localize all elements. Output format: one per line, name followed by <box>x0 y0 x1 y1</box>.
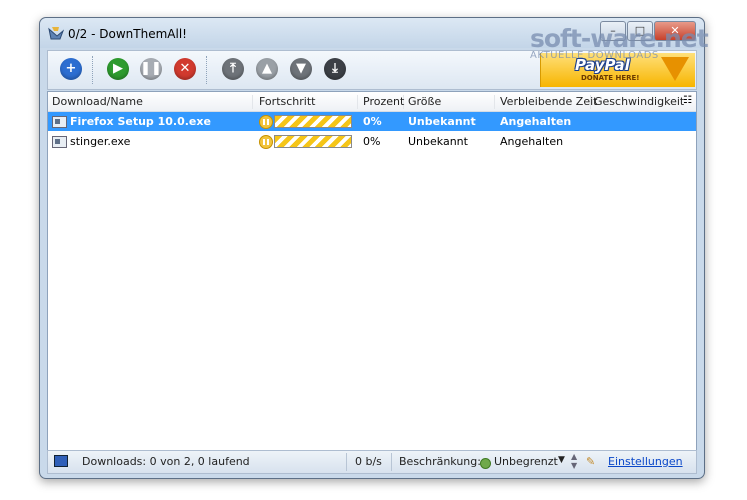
file-icon <box>52 116 67 128</box>
progress-bar <box>274 135 352 148</box>
status-divider <box>391 453 392 471</box>
move-up-button[interactable]: ▲ <box>256 58 278 80</box>
watermark-logo: soft-ware.net <box>530 24 709 53</box>
chevron-down-icon[interactable]: ▼ <box>558 455 565 465</box>
limit-select[interactable]: Unbegrenzt <box>494 455 558 468</box>
window-title: 0/2 - DownThemAll! <box>68 27 187 41</box>
download-percent: 0% <box>363 115 382 128</box>
progress-fill <box>275 116 351 127</box>
column-picker-icon[interactable]: ☷ <box>683 95 692 106</box>
download-name: Firefox Setup 10.0.exe <box>70 115 211 128</box>
settings-link[interactable]: Einstellungen <box>608 455 683 468</box>
move-down-button[interactable]: ▼ <box>290 58 312 80</box>
status-bar: Downloads: 0 von 2, 0 laufend 0 b/s Besc… <box>47 450 697 474</box>
list-header: Download/Name Fortschritt Prozent Größe … <box>48 92 696 112</box>
column-header-size[interactable]: Größe <box>408 95 495 109</box>
cancel-icon: ✕ <box>179 61 191 76</box>
column-header-remaining[interactable]: Verbleibende Zeit <box>500 95 597 109</box>
download-row[interactable]: stinger.exe 0% Unbekannt Angehalten <box>48 132 696 151</box>
column-header-speed[interactable]: Geschwindigkeit <box>594 95 684 109</box>
column-header-name[interactable]: Download/Name <box>52 95 253 109</box>
status-divider <box>346 453 347 471</box>
progress-fill <box>275 136 351 147</box>
move-top-button[interactable]: ⤒ <box>222 58 244 80</box>
download-status: Angehalten <box>500 115 572 128</box>
add-icon: + <box>65 61 77 76</box>
column-header-progress[interactable]: Fortschritt <box>259 95 358 109</box>
download-size: Unbekannt <box>408 135 468 148</box>
network-icon <box>54 455 68 467</box>
add-download-button[interactable]: + <box>60 58 82 80</box>
download-row[interactable]: Firefox Setup 10.0.exe 0% Unbekannt Ange… <box>48 112 696 131</box>
resume-button[interactable]: ▶ <box>107 58 129 80</box>
pause-button[interactable]: ❚❚ <box>140 58 162 80</box>
download-list: Download/Name Fortschritt Prozent Größe … <box>47 91 697 451</box>
download-status: Angehalten <box>500 135 564 148</box>
paused-icon <box>259 135 273 149</box>
downloads-summary: Downloads: 0 von 2, 0 laufend <box>82 455 250 468</box>
move-down-icon: ▼ <box>296 61 306 76</box>
spinner-icon[interactable]: ▲ ▼ <box>571 452 577 470</box>
move-bottom-button[interactable]: ⤓ <box>324 58 346 80</box>
toolbar-separator <box>92 56 94 84</box>
speed-readout: 0 b/s <box>355 455 382 468</box>
download-size: Unbekannt <box>408 115 476 128</box>
move-up-icon: ▲ <box>262 61 272 76</box>
pause-icon: ❚❚ <box>140 61 162 76</box>
progress-bar <box>274 115 352 128</box>
toolbar-separator <box>206 56 208 84</box>
watermark: soft-ware.net AKTUELLE DOWNLOADS <box>530 24 709 61</box>
wrench-icon: ✎ <box>586 455 596 468</box>
donate-label: DONATE HERE! <box>581 74 640 82</box>
app-logo-icon <box>48 27 64 40</box>
app-window: 0/2 - DownThemAll! – □ ✕ + ▶ ❚❚ ✕ ⤒ ▲ ▼ … <box>39 17 705 479</box>
move-top-icon: ⤒ <box>230 61 236 76</box>
move-bottom-icon: ⤓ <box>332 61 338 76</box>
paused-icon <box>259 115 273 129</box>
download-name: stinger.exe <box>70 135 131 148</box>
limit-status-icon <box>480 458 491 469</box>
column-header-percent[interactable]: Prozent <box>363 95 404 109</box>
download-percent: 0% <box>363 135 381 148</box>
file-icon <box>52 136 67 148</box>
play-icon: ▶ <box>113 61 123 76</box>
limit-label: Beschränkung: <box>399 455 481 468</box>
cancel-button[interactable]: ✕ <box>174 58 196 80</box>
